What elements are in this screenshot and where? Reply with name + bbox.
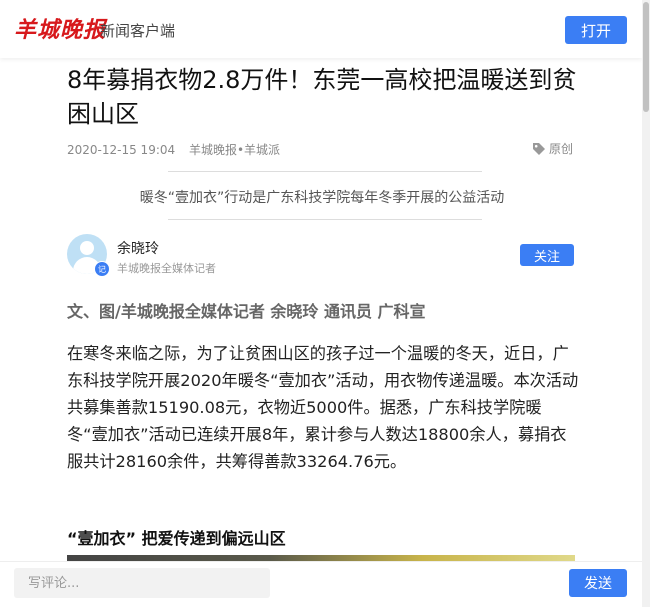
article-title: 8年募捐衣物2.8万件！东莞一高校把温暖送到贫困山区	[67, 66, 577, 128]
original-tag: 原创	[532, 140, 573, 157]
tag-icon	[533, 142, 545, 155]
comment-input[interactable]	[14, 568, 270, 598]
article-subheading: “壹加衣” 把爱传递到偏远山区	[67, 529, 286, 548]
avatar-head-shape	[80, 241, 94, 255]
author-role: 羊城晚报全媒体记者	[117, 262, 216, 275]
send-button[interactable]: 发送	[569, 569, 627, 597]
open-app-button[interactable]: 打开	[565, 16, 627, 44]
article-paragraph: 在寒冬来临之际，为了让贫困山区的孩子过一个温暖的冬天，近日，广东科技学院开展20…	[67, 344, 579, 471]
publish-date: 2020-12-15 19:04	[67, 143, 176, 157]
scrollbar-thumb[interactable]	[643, 2, 649, 112]
logo: 羊城晚报	[14, 17, 107, 43]
summary-divider-bottom	[168, 219, 482, 220]
top-bar: 羊城晚报 新闻客户端 打开	[0, 0, 642, 58]
reporter-badge-icon: 记	[94, 261, 110, 277]
author-name[interactable]: 余晓玲	[117, 238, 159, 258]
article-meta: 2020-12-15 19:04 羊城晚报•羊城派	[67, 141, 290, 158]
article-byline: 文、图/羊城晚报全媒体记者 余晓玲 通讯员 广科宣	[67, 302, 426, 321]
original-label: 原创	[549, 142, 574, 156]
app-name: 新闻客户端	[100, 22, 176, 40]
follow-button[interactable]: 关注	[520, 244, 574, 266]
article-source[interactable]: 羊城晚报•羊城派	[189, 143, 280, 157]
article-summary: 暖冬“壹加衣”行动是广东科技学院每年冬季开展的公益活动	[139, 190, 505, 206]
summary-divider-top	[168, 171, 482, 172]
